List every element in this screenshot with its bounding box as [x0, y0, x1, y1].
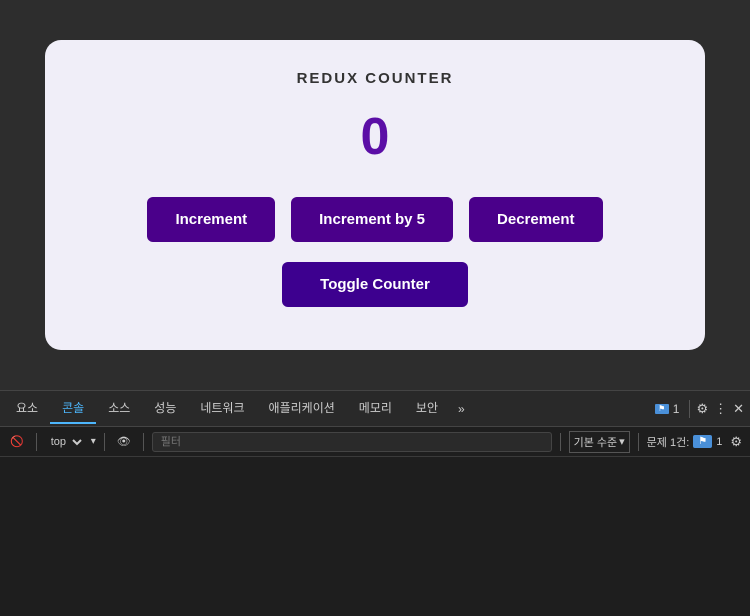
counter-card: REDUX COUNTER 0 Increment Increment by 5…: [45, 40, 705, 350]
log-level-button[interactable]: 기본 수준 ▾: [569, 431, 630, 453]
issues-label: 문제 1건:: [647, 434, 690, 450]
console-settings-button[interactable]: ⚙: [728, 432, 744, 452]
console-empty-state: .: [8, 461, 742, 462]
buttons-row: Increment Increment by 5 Decrement: [147, 197, 602, 242]
eye-icon: 👁: [117, 435, 131, 448]
flag-icon: ⚑: [655, 404, 669, 414]
counter-value: 0: [361, 107, 390, 167]
eye-button[interactable]: 👁: [113, 433, 135, 450]
devtools-tabs-bar: 요소 콘솔 소스 성능 네트워크 애플리케이션 메모리 보안 » ⚑ 1 ⚙ ⋮…: [0, 391, 750, 427]
level-chevron-icon: ▾: [619, 435, 625, 448]
context-selector[interactable]: top: [45, 433, 85, 451]
devtools-more-button[interactable]: ⋮: [712, 399, 729, 419]
tab-memory[interactable]: 메모리: [347, 393, 404, 424]
main-area: REDUX COUNTER 0 Increment Increment by 5…: [0, 0, 750, 390]
decrement-button[interactable]: Decrement: [469, 197, 603, 242]
tab-console[interactable]: 콘솔: [50, 393, 96, 424]
toolbar-divider-2: [104, 433, 105, 451]
issues-area: 문제 1건: ⚑ 1: [647, 434, 723, 450]
devtools-icons-area: ⚑ 1 ⚙ ⋮ ✕: [649, 398, 746, 420]
tab-network[interactable]: 네트워크: [188, 393, 256, 424]
log-level-label: 기본 수준: [574, 434, 618, 450]
clear-console-button[interactable]: 🚫: [6, 433, 28, 450]
devtools-close-button[interactable]: ✕: [731, 399, 746, 419]
console-filter-input[interactable]: [152, 432, 552, 452]
toolbar-divider-5: [638, 433, 639, 451]
devtools-panel: 요소 콘솔 소스 성능 네트워크 애플리케이션 메모리 보안 » ⚑ 1 ⚙ ⋮…: [0, 390, 750, 616]
tab-application[interactable]: 애플리케이션: [257, 393, 347, 424]
settings-gear-button[interactable]: ⚙: [694, 399, 710, 419]
divider: [689, 400, 690, 418]
flag-count: 1: [673, 402, 680, 416]
toggle-counter-button[interactable]: Toggle Counter: [282, 262, 468, 307]
tab-sources[interactable]: 소스: [96, 393, 142, 424]
issues-flag-icon: ⚑: [693, 435, 712, 448]
console-output: .: [0, 457, 750, 616]
app-title: REDUX COUNTER: [297, 70, 454, 87]
more-tabs-button[interactable]: »: [450, 396, 473, 422]
ban-icon: 🚫: [10, 435, 24, 448]
console-toolbar: 🚫 top ▾ 👁 기본 수준 ▾ 문제 1건: ⚑ 1 ⚙: [0, 427, 750, 457]
toolbar-divider-1: [36, 433, 37, 451]
tab-elements[interactable]: 요소: [4, 393, 50, 424]
issues-count: 1: [716, 436, 722, 448]
chevron-down-icon: ▾: [91, 436, 96, 447]
increment-button[interactable]: Increment: [147, 197, 275, 242]
tab-security[interactable]: 보안: [404, 393, 450, 424]
toggle-row: Toggle Counter: [282, 262, 468, 307]
tab-performance[interactable]: 성능: [142, 393, 188, 424]
devtools-flag-icon-with-count: ⚑ 1: [649, 398, 686, 420]
toolbar-divider-3: [143, 433, 144, 451]
toolbar-divider-4: [560, 433, 561, 451]
increment-by-button[interactable]: Increment by 5: [291, 197, 453, 242]
